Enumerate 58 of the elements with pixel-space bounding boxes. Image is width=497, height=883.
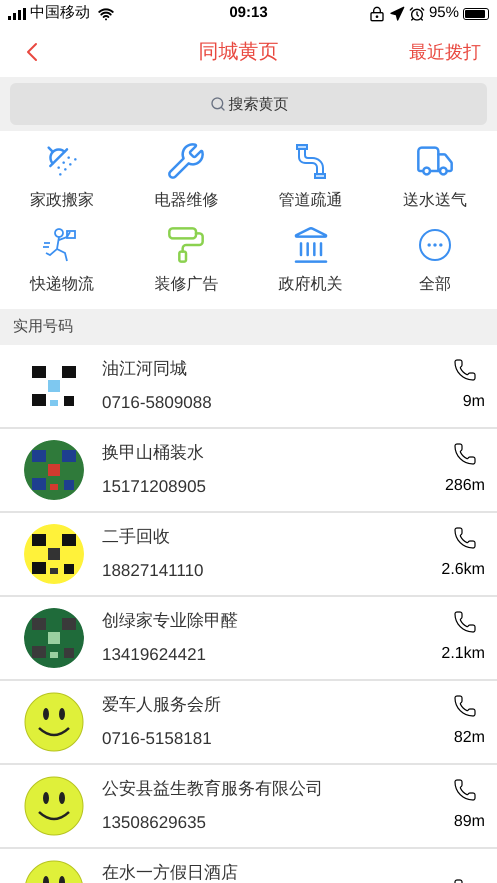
distance-text: 2.1km	[441, 644, 485, 664]
section-header: 实用号码	[0, 309, 497, 345]
carrier-text: 中国移动	[30, 3, 90, 24]
search-field[interactable]: 搜索黄页	[10, 83, 487, 125]
contact-row[interactable]: 换甲山桶装水 15171208905 286m	[0, 429, 497, 513]
contact-name: 二手回收	[102, 527, 171, 547]
category-item[interactable]: 电器维修	[124, 141, 248, 213]
category-item[interactable]: 管道疏通	[248, 141, 373, 213]
contact-row[interactable]: 二手回收 18827141110 2.6km	[0, 513, 497, 597]
category-item[interactable]: 全部	[372, 225, 497, 297]
contact-name: 爱车人服务会所	[102, 695, 222, 715]
contact-name: 换甲山桶装水	[102, 443, 205, 463]
contact-row[interactable]: 油江河同城 0716-5809088 9m	[0, 345, 497, 429]
contact-row[interactable]: 创绿家专业除甲醛 13419624421 2.1km	[0, 597, 497, 681]
category-item[interactable]: 快递物流	[0, 225, 124, 297]
phone-icon[interactable]	[453, 442, 477, 466]
phone-icon[interactable]	[453, 610, 477, 634]
phone-icon[interactable]	[453, 358, 477, 382]
contact-row[interactable]: 公安县益生教育服务有限公司 13508629635 89m	[0, 765, 497, 849]
phone-number: 0716-5158181	[102, 729, 213, 749]
alarm-icon	[408, 6, 425, 22]
phone-number: 13508629635	[102, 813, 208, 833]
battery-text: 95%	[428, 3, 459, 24]
search-icon	[210, 96, 226, 112]
contact-name: 创绿家专业除甲醛	[102, 611, 239, 631]
phone-icon[interactable]	[453, 526, 477, 550]
more-icon	[418, 229, 451, 261]
phone-number: 18827141110	[102, 561, 204, 581]
contact-name: 在水一方假日酒店	[102, 863, 239, 883]
recent-calls-button[interactable]: 最近拨打	[381, 38, 481, 66]
category-item[interactable]: 装修广告	[124, 225, 248, 297]
distance-text: 286m	[444, 476, 485, 496]
phone-number: 15171208905	[102, 477, 208, 497]
phone-icon[interactable]	[453, 778, 477, 802]
contact-name: 油江河同城	[102, 359, 188, 379]
clock-text: 09:13	[228, 3, 269, 24]
smiley-icon	[24, 776, 84, 836]
phone-icon[interactable]	[453, 694, 477, 718]
category-item[interactable]: 送水送气	[372, 141, 497, 213]
distance-text: 2.6km	[441, 560, 485, 580]
wrench-icon	[166, 141, 206, 181]
phone-number: 0716-5809088	[102, 393, 213, 413]
distance-text: 9m	[462, 392, 485, 412]
category-item[interactable]: 家政搬家	[0, 141, 124, 213]
battery-icon	[463, 8, 489, 20]
paint-roller-icon	[166, 225, 206, 265]
distance-text: 89m	[454, 812, 485, 832]
phone-number: 13419624421	[102, 645, 208, 665]
contact-row[interactable]: 爱车人服务会所 0716-5158181 82m	[0, 681, 497, 765]
distance-text: 82m	[454, 728, 485, 748]
signal-icon	[8, 8, 26, 20]
contact-name: 公安县益生教育服务有限公司	[102, 779, 324, 799]
page-title: 同城黄页	[198, 40, 280, 65]
location-icon	[388, 6, 405, 22]
smiley-icon	[24, 692, 84, 752]
contact-row[interactable]: 在水一方假日酒店	[0, 849, 497, 883]
wifi-icon	[98, 6, 114, 22]
category-item[interactable]: 政府机关	[248, 225, 373, 297]
